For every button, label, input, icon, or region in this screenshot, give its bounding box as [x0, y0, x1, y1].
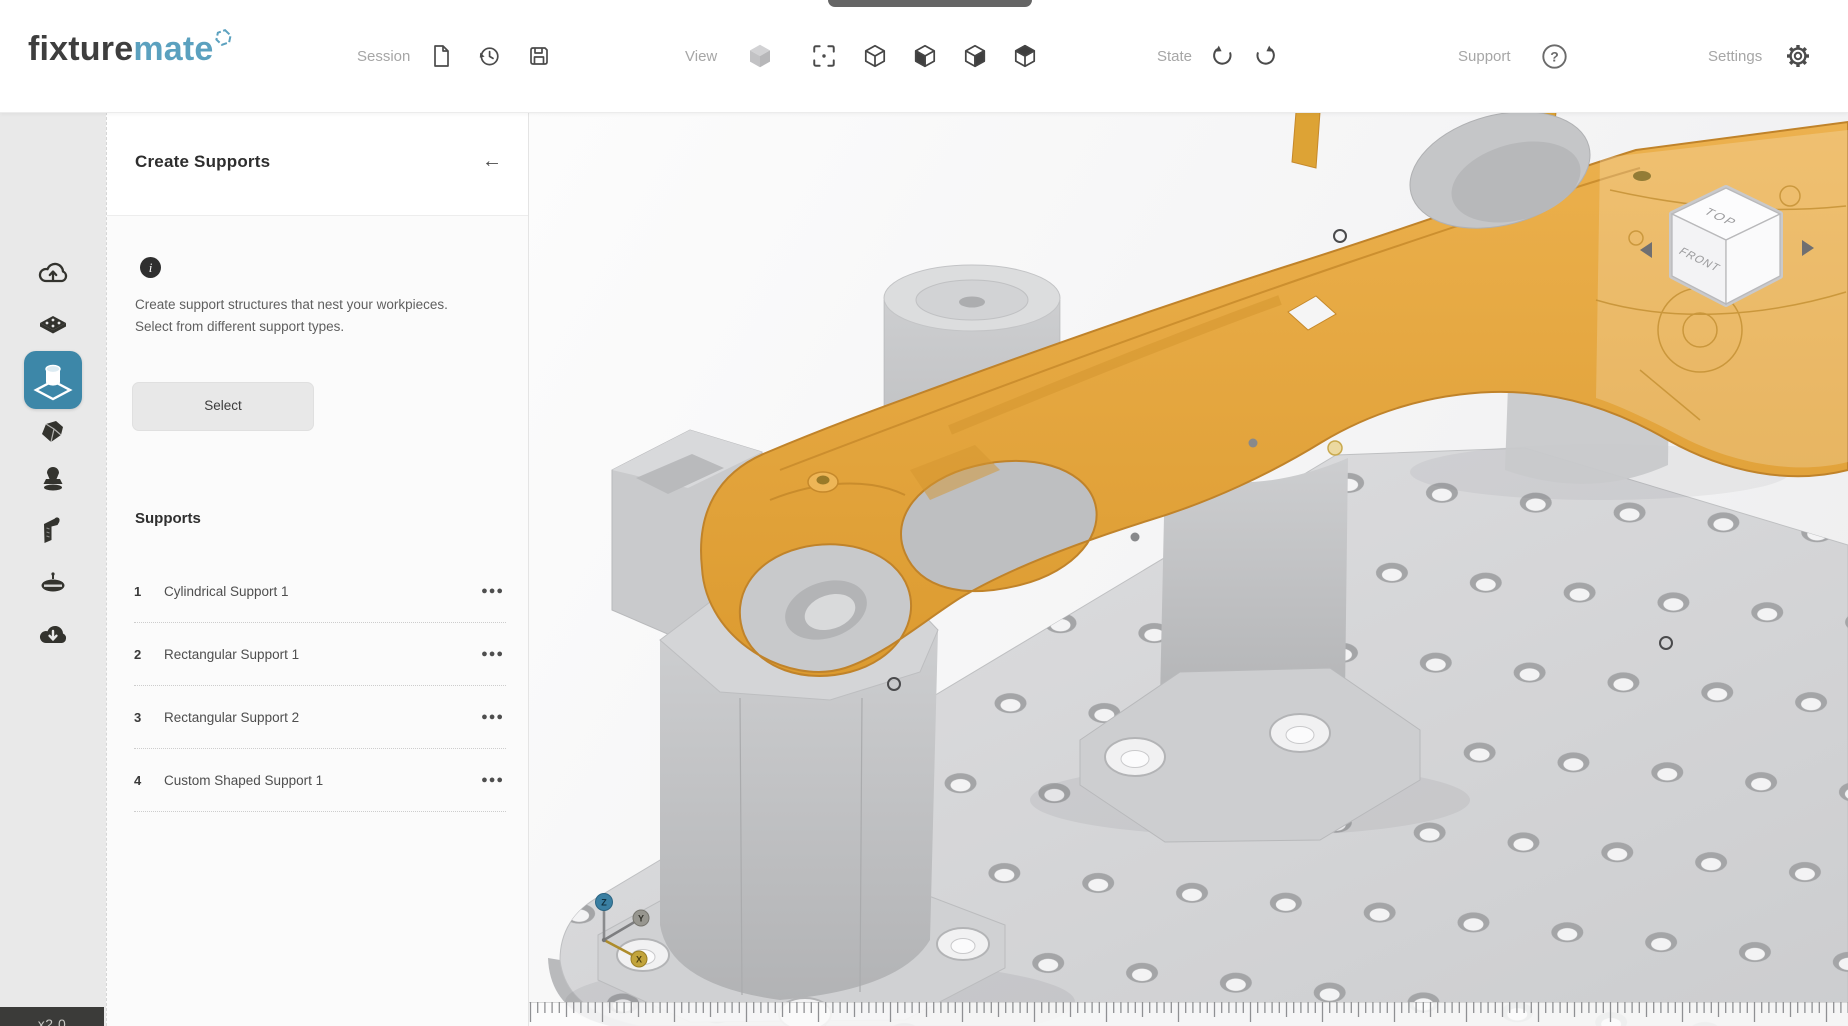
sidebar-item-clamp[interactable]: [36, 463, 70, 502]
support-index: 2: [134, 647, 164, 662]
sidebar-item-export-download[interactable]: [36, 618, 70, 657]
supports-list: 1 Cylindrical Support 1 ●●● 2 Rectangula…: [134, 560, 506, 812]
select-button[interactable]: Select: [132, 382, 314, 431]
support-row-2[interactable]: 2 Rectangular Support 1 ●●●: [134, 623, 506, 686]
sidebar-item-baseplate[interactable]: [36, 310, 70, 349]
sidebar-item-create-supports[interactable]: [24, 351, 82, 409]
panel-description: Create support structures that nest your…: [135, 294, 487, 339]
row-menu-icon[interactable]: ●●●: [479, 644, 506, 664]
supports-list-heading: Supports: [135, 510, 201, 527]
cube-face-left-icon[interactable]: [912, 43, 938, 74]
panel-header: Create Supports ←: [107, 112, 528, 216]
cube-face-right-icon[interactable]: [962, 43, 988, 74]
support-group-label: Support: [1458, 48, 1511, 65]
svg-text:?: ?: [1550, 49, 1559, 65]
sidebar-item-side-clamp[interactable]: [36, 567, 70, 606]
create-supports-panel: Create Supports ← i Create support struc…: [106, 112, 529, 1026]
logo-text-mate: mate: [133, 30, 213, 68]
axis-z-label: Z: [601, 898, 607, 908]
sidebar-item-import-upload[interactable]: [36, 257, 70, 296]
tool-rail: [0, 112, 106, 1026]
viewport-3d[interactable]: Z Y X TOP FRONT: [529, 112, 1848, 1026]
row-menu-icon[interactable]: ●●●: [479, 581, 506, 601]
support-row-1[interactable]: 1 Cylindrical Support 1 ●●●: [134, 560, 506, 623]
history-icon[interactable]: [477, 44, 501, 73]
save-icon[interactable]: [527, 44, 551, 73]
cube-face-top-icon[interactable]: [1012, 43, 1038, 74]
state-group-label: State: [1157, 48, 1192, 65]
support-name: Custom Shaped Support 1: [164, 773, 479, 788]
session-group-label: Session: [357, 48, 410, 65]
support-name: Cylindrical Support 1: [164, 584, 479, 599]
row-menu-icon[interactable]: ●●●: [479, 707, 506, 727]
gear-icon[interactable]: [1784, 42, 1812, 75]
axis-y-label: Y: [638, 914, 644, 924]
redo-icon[interactable]: [1254, 44, 1278, 73]
support-row-4[interactable]: 4 Custom Shaped Support 1 ●●●: [134, 749, 506, 812]
logo-text-fixture: fixture: [28, 30, 133, 68]
support-index: 1: [134, 584, 164, 599]
view-group-label: View: [685, 48, 717, 65]
support-name: Rectangular Support 2: [164, 710, 479, 725]
settings-group-label: Settings: [1708, 48, 1762, 65]
iso-cube-icon[interactable]: [862, 43, 888, 74]
support-row-3[interactable]: 3 Rectangular Support 2 ●●●: [134, 686, 506, 749]
undo-icon[interactable]: [1210, 44, 1234, 73]
help-icon[interactable]: ?: [1541, 43, 1568, 75]
sidebar-item-toggle-clamp[interactable]: [36, 514, 70, 553]
viewport-3d-scene[interactable]: Z Y X TOP FRONT: [529, 112, 1848, 1026]
axis-x-label: X: [636, 955, 642, 965]
zoom-fit-icon[interactable]: [811, 43, 837, 74]
shaded-cube-icon[interactable]: [745, 41, 775, 76]
support-index: 4: [134, 773, 164, 788]
panel-title: Create Supports: [135, 152, 270, 172]
panel-back-button[interactable]: ←: [482, 150, 502, 173]
support-index: 3: [134, 710, 164, 725]
info-icon: i: [140, 257, 161, 278]
support-name: Rectangular Support 1: [164, 647, 479, 662]
logo-hexagon-icon: [215, 29, 232, 46]
fixturemate-app: fixturemate Session View St: [0, 0, 1848, 1026]
window-drag-handle[interactable]: [828, 0, 1032, 7]
new-file-icon[interactable]: [429, 44, 453, 73]
sidebar-item-workpiece[interactable]: [36, 415, 70, 454]
app-logo: fixturemate: [28, 30, 231, 69]
zoom-indicator: x2.0: [0, 1007, 104, 1026]
top-toolbar: fixturemate Session View St: [0, 0, 1848, 113]
viewport-ruler: [529, 1002, 1848, 1026]
row-menu-icon[interactable]: ●●●: [479, 770, 506, 790]
